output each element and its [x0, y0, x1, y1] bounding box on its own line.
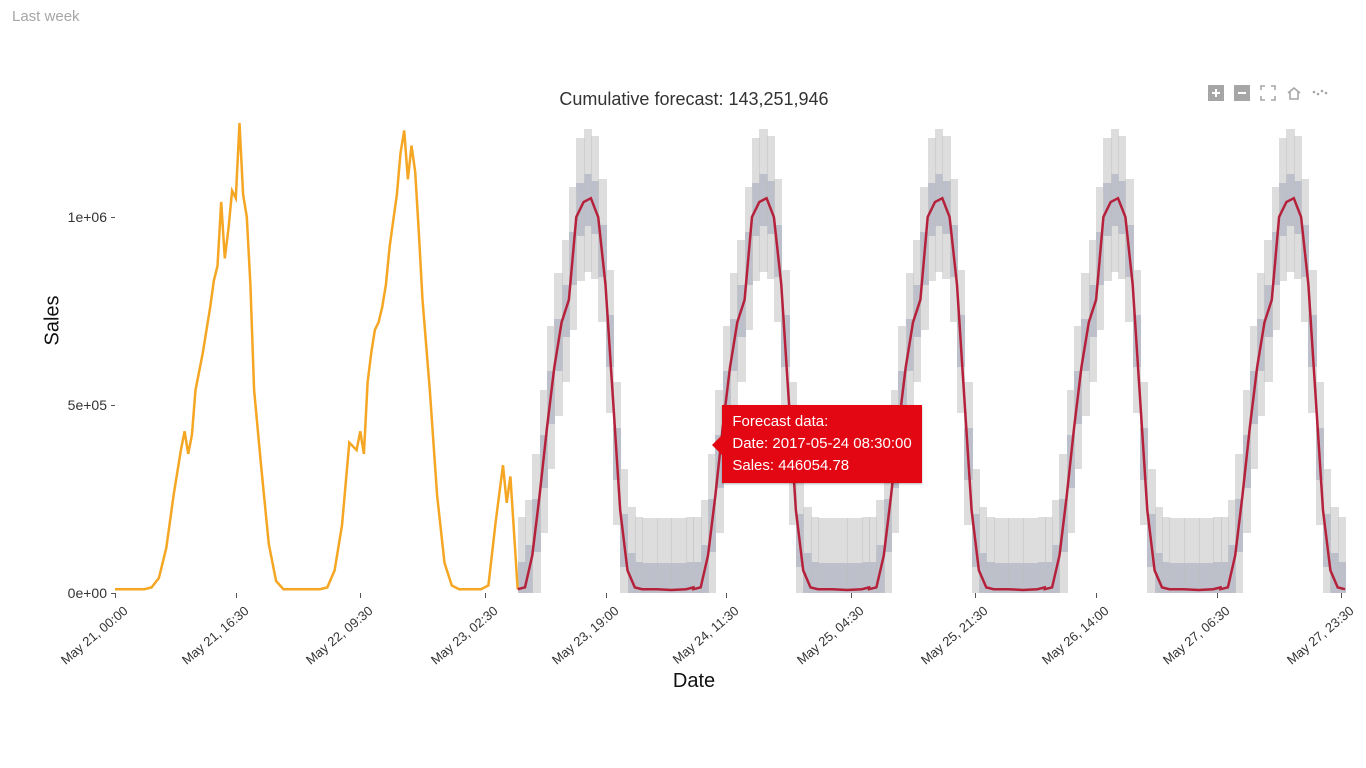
historical-line — [115, 123, 518, 589]
tooltip-sales: Sales: 446054.78 — [732, 455, 911, 477]
zoom-in-button[interactable] — [1208, 85, 1224, 101]
tooltip-date: Date: 2017-05-24 08:30:00 — [732, 433, 911, 455]
chart-title: Cumulative forecast: 143,251,946 — [40, 89, 1348, 110]
chart-toolbar — [1208, 85, 1328, 101]
y-tick: 0e+00 — [68, 585, 115, 601]
zoom-out-button[interactable] — [1234, 85, 1250, 101]
tooltip: Forecast data: Date: 2017-05-24 08:30:00… — [722, 405, 921, 482]
y-tick: 1e+06 — [68, 209, 115, 225]
range-label: Last week — [0, 0, 1366, 25]
fullscreen-button[interactable] — [1260, 85, 1276, 101]
x-axis-label: Date — [40, 670, 1348, 693]
tooltip-header: Forecast data: — [732, 411, 911, 433]
plot-area[interactable]: Forecast data: Date: 2017-05-24 08:30:00… — [115, 123, 1345, 593]
more-button[interactable] — [1312, 85, 1328, 101]
home-button[interactable] — [1286, 85, 1302, 101]
y-tick: 5e+05 — [68, 397, 115, 413]
chart-lines — [115, 123, 1345, 593]
forecast-line — [518, 198, 1345, 590]
y-axis-label: Sales — [40, 65, 66, 575]
x-tick: May 27, 23:30 — [1347, 550, 1366, 614]
chart-container: Cumulative forecast: 143,251,946 Sales F… — [40, 65, 1348, 705]
